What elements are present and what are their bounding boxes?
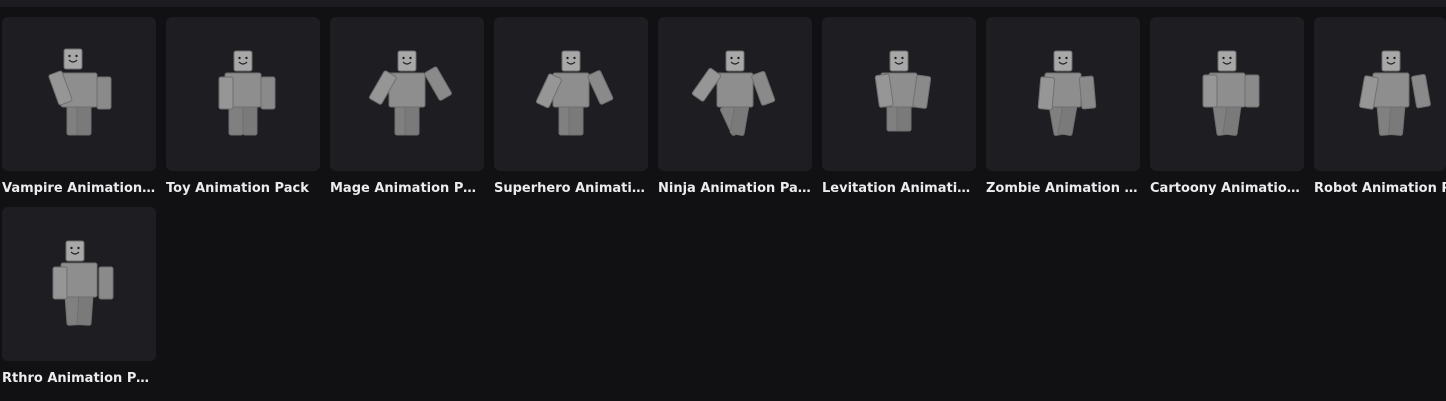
avatar-robot-pose-icon [1359,50,1431,136]
avatar-head [725,50,745,72]
avatar-torso [716,72,754,108]
avatar-eye [737,56,740,60]
item-card-robot[interactable]: Robot Animation Pa [1314,17,1446,201]
item-title[interactable]: Robot Animation Pa [1314,181,1446,197]
avatar-right-leg [76,294,94,326]
item-thumbnail[interactable] [2,17,156,171]
top-bar [0,0,1446,7]
avatar-right-arm [751,70,776,106]
item-card-rthro[interactable]: Rthro Animation Pac... [2,207,156,391]
item-card-ninja[interactable]: Ninja Animation Pac... [658,17,812,201]
item-card-levitation[interactable]: Levitation Animatio... [822,17,976,201]
item-thumbnail[interactable] [658,17,812,171]
avatar-zombie-pose-icon [1037,50,1097,136]
avatar-head [63,48,83,70]
item-card-vampire[interactable]: Vampire Animation ... [2,17,156,201]
avatar-right-arm [587,70,614,105]
avatar-cartoony-pose-icon [1202,50,1260,136]
avatar-right-leg [404,104,420,136]
avatar-right-arm [1078,75,1097,110]
item-thumbnail[interactable] [330,17,484,171]
avatar-eye [245,56,248,60]
item-title[interactable]: Toy Animation Pack [166,181,320,197]
avatar-eye [1386,56,1389,60]
avatar-eye [68,54,71,58]
item-thumbnail[interactable] [1150,17,1304,171]
avatar-levitation-pose-icon [874,50,932,132]
avatar-eye [70,246,73,250]
avatar-head [1053,50,1073,72]
item-title[interactable]: Levitation Animatio... [822,181,976,197]
avatar-left-arm [1037,76,1056,111]
item-thumbnail[interactable] [822,17,976,171]
item-title[interactable]: Ninja Animation Pac... [658,181,812,197]
avatar-eye [409,56,412,60]
item-card-cartoony[interactable]: Cartoony Animation ... [1150,17,1304,201]
avatar-right-arm [1411,74,1431,109]
avatar-left-leg [228,104,244,136]
avatar-eye [730,56,733,60]
item-title[interactable]: Zombie Animation P... [986,181,1140,197]
avatar-ninja-pose-icon [691,50,776,136]
item-thumbnail[interactable] [166,17,320,171]
avatar-eye [77,246,80,250]
avatar-head [1381,50,1401,72]
avatar-left-arm [1202,74,1218,108]
avatar-head [233,50,253,72]
item-thumbnail[interactable] [494,17,648,171]
item-thumbnail[interactable] [2,207,156,361]
avatar-right-leg [76,104,92,136]
avatar-eye [566,56,569,60]
avatar-eye [1222,56,1225,60]
avatar-right-leg [568,104,584,136]
avatar-eye [238,56,241,60]
avatar-head [561,50,581,72]
avatar-eye [894,56,897,60]
item-card-toy[interactable]: Toy Animation Pack [166,17,320,201]
avatar-eye [901,56,904,60]
avatar-right-arm [260,76,276,110]
avatar-right-arm [96,76,112,110]
avatar-right-arm [424,66,452,101]
item-title[interactable]: Vampire Animation ... [2,181,156,197]
avatar-left-arm [218,76,234,110]
avatar-head [397,50,417,72]
avatar-eye [1065,56,1068,60]
item-thumbnail[interactable] [986,17,1140,171]
avatar-eye [1229,56,1232,60]
item-card-mage[interactable]: Mage Animation Pac... [330,17,484,201]
item-card-superhero[interactable]: Superhero Animatio... [494,17,648,201]
avatar-right-leg [242,104,258,136]
avatar-rthro-pose-icon [52,240,114,326]
item-thumbnail[interactable] [1314,17,1446,171]
avatar-eye [402,56,405,60]
avatar-vampire-pose-icon [48,48,112,136]
avatar-head [65,240,85,262]
avatar-mage-pose-icon [369,50,452,136]
avatar-right-arm [1244,74,1260,108]
avatar-right-leg [1388,104,1406,136]
avatar-right-arm [98,266,114,300]
avatar-head [889,50,909,72]
item-title[interactable]: Cartoony Animation ... [1150,181,1304,197]
item-title[interactable]: Mage Animation Pac... [330,181,484,197]
avatar-eye [1393,56,1396,60]
avatar-toy-pose-icon [218,50,276,136]
item-title[interactable]: Rthro Animation Pac... [2,371,156,387]
item-title[interactable]: Superhero Animatio... [494,181,648,197]
avatar-left-arm [52,266,68,300]
avatar-eye [1058,56,1061,60]
avatar-eye [573,56,576,60]
item-card-zombie[interactable]: Zombie Animation P... [986,17,1140,201]
avatar-head [1217,50,1237,72]
avatar-superhero-pose-icon [536,50,614,136]
avatar-eye [75,54,78,58]
